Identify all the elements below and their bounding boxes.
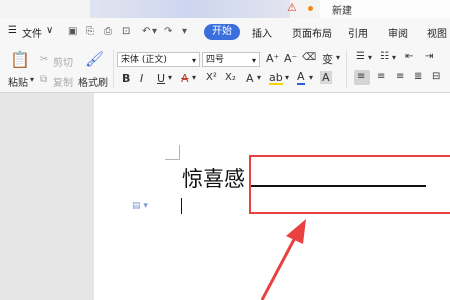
annotation-arrow xyxy=(260,219,306,300)
